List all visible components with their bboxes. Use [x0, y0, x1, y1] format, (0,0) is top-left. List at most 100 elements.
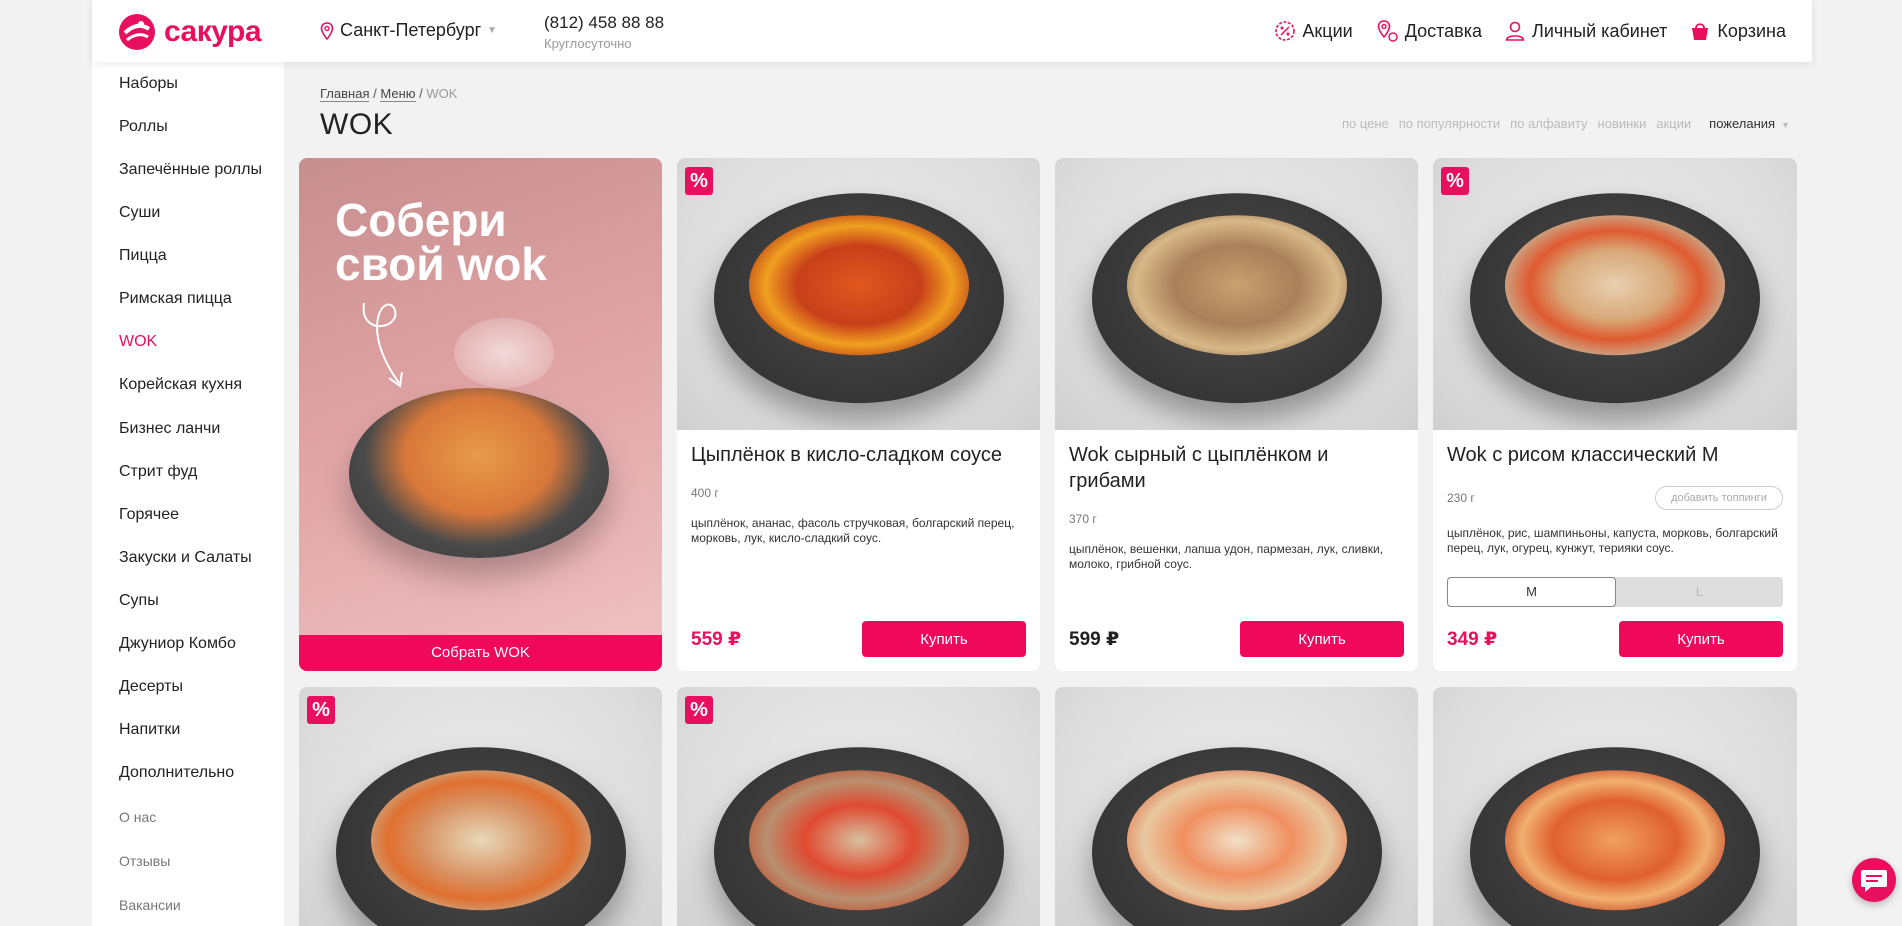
sidebar-item-baked-rolls[interactable]: Запечённые роллы — [119, 161, 262, 179]
product-card: % Цыплёнок в кисло-сладком соусе 400 г ц… — [677, 158, 1040, 671]
build-wok-button[interactable]: Собрать WOK — [299, 635, 662, 671]
product-price: 349 ₽ — [1447, 629, 1498, 650]
product-weight: 370 г — [1069, 512, 1097, 526]
sidebar-item-sushi[interactable]: Суши — [119, 204, 160, 222]
sidebar-item-drinks[interactable]: Напитки — [119, 721, 180, 739]
buy-button[interactable]: Купить — [1240, 621, 1404, 657]
product-card: % Wok с рисом классический M 230 г добав… — [1433, 158, 1797, 671]
buy-button[interactable]: Купить — [1619, 621, 1783, 657]
basket-icon — [1692, 23, 1709, 40]
sort-by-popularity[interactable]: по популярности — [1399, 116, 1500, 131]
promo-card-build-wok[interactable]: Собери свой wok Собрать WOK — [299, 158, 662, 671]
product-card — [1055, 687, 1418, 926]
sidebar-item-roman-pizza[interactable]: Римская пицца — [119, 290, 232, 308]
bowl-image — [1470, 747, 1760, 926]
product-card: % — [299, 687, 662, 926]
size-option-m[interactable]: M — [1447, 577, 1616, 607]
phone-block: (812) 458 88 88 Круглосуточно — [544, 13, 664, 51]
product-description: цыплёнок, рис, шампиньоны, капуста, морк… — [1447, 526, 1778, 555]
bowl-image — [713, 193, 1004, 404]
sidebar-item-hot[interactable]: Горячее — [119, 506, 179, 524]
product-title[interactable]: Цыплёнок в кисло-сладком соусе — [691, 442, 1026, 468]
food-image — [1126, 215, 1347, 356]
product-title[interactable]: Wok сырный с цыплёнком и грибами — [1069, 442, 1404, 494]
discount-badge: % — [307, 696, 335, 724]
product-card: Wok сырный с цыплёнком и грибами 370 г ц… — [1055, 158, 1418, 671]
delivery-pin-icon — [1377, 20, 1398, 42]
site-header: сакура Санкт-Петербург ▼ (812) 458 88 88… — [92, 0, 1812, 62]
product-card — [1433, 687, 1797, 926]
wishes-dropdown[interactable]: пожелания ▼ — [1709, 116, 1790, 131]
product-photo[interactable] — [299, 687, 662, 926]
breadcrumb-current: WOK — [426, 86, 458, 101]
product-card: % — [677, 687, 1040, 926]
sakura-logo-icon — [119, 14, 155, 50]
logo[interactable]: сакура — [118, 13, 262, 51]
sidebar-item-rolls[interactable]: Роллы — [119, 118, 168, 136]
sidebar-link-about[interactable]: О нас — [119, 809, 156, 825]
food-image — [748, 215, 969, 356]
bowl-image — [713, 747, 1004, 926]
chat-button[interactable] — [1852, 858, 1896, 902]
sidebar-item-desserts[interactable]: Десерты — [119, 678, 183, 696]
sidebar-link-jobs[interactable]: Вакансии — [119, 897, 181, 913]
add-toppings-button[interactable]: добавить топпинги — [1655, 486, 1783, 510]
product-description: цыплёнок, ананас, фасоль стручковая, бол… — [691, 516, 1015, 545]
promo-headline: Собери свой wok — [335, 194, 547, 287]
sort-by-alphabet[interactable]: по алфавиту — [1510, 116, 1587, 131]
discount-badge: % — [1441, 167, 1469, 195]
bowl-image — [335, 747, 626, 926]
breadcrumb-menu[interactable]: Меню — [380, 86, 416, 102]
product-photo[interactable] — [677, 687, 1040, 926]
product-photo[interactable] — [1055, 158, 1418, 430]
food-image — [1505, 769, 1725, 910]
sort-promotions[interactable]: акции — [1656, 116, 1691, 131]
sidebar-item-snacks-salads[interactable]: Закуски и Салаты — [119, 549, 252, 567]
sidebar-item-junior-combo[interactable]: Джуниор Комбо — [119, 635, 236, 653]
product-photo[interactable] — [1433, 158, 1797, 430]
chevron-down-icon: ▼ — [1781, 120, 1790, 130]
sort-bar: по цене по популярности по алфавиту нови… — [1342, 116, 1790, 131]
bowl-image — [1470, 193, 1760, 404]
product-description: цыплёнок, вешенки, лапша удон, пармезан,… — [1069, 542, 1383, 571]
nav-cart[interactable]: Корзина — [1689, 20, 1786, 42]
phone-number[interactable]: (812) 458 88 88 — [544, 13, 664, 33]
nav-delivery[interactable]: Доставка — [1375, 19, 1482, 43]
nav-label: Доставка — [1404, 20, 1482, 41]
header-nav: Акции Доставка Личный кабинет Корзина — [1274, 19, 1786, 43]
product-price: 599 ₽ — [1069, 629, 1120, 650]
sort-new[interactable]: новинки — [1598, 116, 1647, 131]
sidebar-link-reviews[interactable]: Отзывы — [119, 853, 170, 869]
discount-badge: % — [685, 167, 713, 195]
sidebar-item-sets[interactable]: Наборы — [119, 75, 178, 93]
discount-badge: % — [685, 696, 713, 724]
breadcrumb-separator: / — [419, 86, 423, 101]
chevron-down-icon: ▼ — [487, 25, 498, 36]
sidebar-item-street-food[interactable]: Стрит фуд — [119, 463, 197, 481]
sort-by-price[interactable]: по цене — [1342, 116, 1389, 131]
sidebar-item-pizza[interactable]: Пицца — [119, 247, 167, 265]
bowl-image — [1091, 747, 1382, 926]
promo-line-1: Собери — [335, 194, 507, 246]
nav-promotions[interactable]: Акции — [1274, 20, 1353, 42]
sidebar-item-soups[interactable]: Супы — [119, 592, 159, 610]
nav-account[interactable]: Личный кабинет — [1504, 20, 1667, 42]
sidebar-item-wok[interactable]: WOK — [119, 333, 157, 351]
shrimp-bowl-image — [454, 318, 554, 388]
sidebar-item-extras[interactable]: Дополнительно — [119, 764, 234, 782]
city-selector[interactable]: Санкт-Петербург ▼ — [320, 20, 497, 41]
buy-button[interactable]: Купить — [862, 621, 1026, 657]
sidebar-item-korean[interactable]: Корейская кухня — [119, 376, 242, 394]
product-photo[interactable] — [1055, 687, 1418, 926]
breadcrumb-home[interactable]: Главная — [320, 86, 370, 102]
size-option-l[interactable]: L — [1616, 577, 1783, 607]
percent-badge-icon — [1275, 21, 1296, 41]
breadcrumb-separator: / — [373, 86, 377, 101]
sidebar-item-business-lunch[interactable]: Бизнес ланчи — [119, 420, 220, 438]
product-title[interactable]: Wok с рисом классический M — [1447, 442, 1783, 468]
food-image — [1505, 215, 1725, 356]
product-photo[interactable] — [1433, 687, 1797, 926]
page-title: WOK — [320, 108, 394, 141]
product-photo[interactable] — [677, 158, 1040, 430]
logo-text: сакура — [164, 15, 262, 48]
